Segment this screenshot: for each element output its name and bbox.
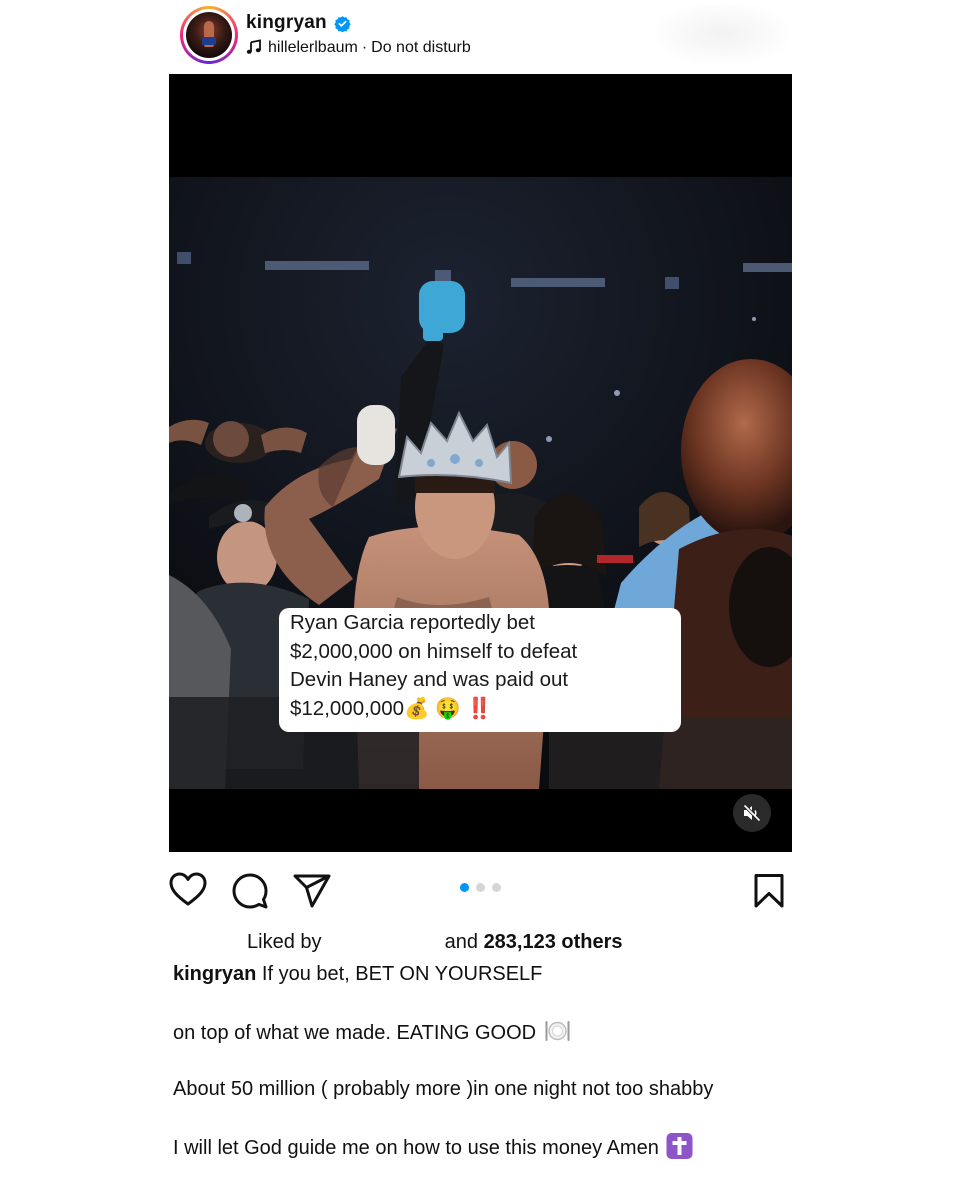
comment-icon[interactable]: [231, 872, 269, 910]
audio-attribution[interactable]: hillelerlbaum · Do not disturb: [268, 39, 471, 57]
mute-toggle-button[interactable]: [733, 794, 771, 832]
overlay-line: $2,000,000 on himself to defeat: [290, 639, 578, 663]
share-icon[interactable]: [293, 873, 331, 909]
post-photo: Ryan Garcia reportedly bet $2,000,000 on…: [169, 177, 792, 789]
username[interactable]: kingryan: [246, 12, 327, 34]
audio-separator: ·: [361, 39, 368, 56]
caption-line: About 50 million ( probably more )in one…: [173, 1078, 714, 1100]
likes-summary[interactable]: Liked by and 283,123 others: [247, 931, 623, 954]
verified-badge-icon: [334, 16, 351, 32]
overlay-line: $12,000,000💰 🤑 ‼️: [290, 696, 492, 720]
heart-icon[interactable]: [169, 872, 207, 908]
caption-line: If you bet, BET ON YOURSELF: [261, 963, 543, 985]
caption-line: I will let God guide me on how to use th…: [173, 1137, 659, 1159]
likes-count: 283,123 others: [483, 931, 623, 953]
likes-prefix: Liked by: [247, 931, 322, 953]
story-ring[interactable]: [180, 6, 238, 64]
bookmark-icon[interactable]: [753, 873, 785, 909]
audio-track: Do not disturb: [371, 39, 471, 56]
post-media[interactable]: Ryan Garcia reportedly bet $2,000,000 on…: [169, 74, 792, 852]
carousel-dot: [476, 883, 485, 892]
overlay-line: Ryan Garcia reportedly bet: [290, 611, 535, 634]
photo-caption-overlay: Ryan Garcia reportedly bet $2,000,000 on…: [279, 608, 681, 732]
avatar[interactable]: [186, 12, 232, 58]
caption-line: on top of what we made. EATING GOOD: [173, 1022, 537, 1044]
speaker-muted-icon: [743, 804, 761, 822]
music-note-icon: [246, 39, 261, 54]
instagram-post: kingryan hillelerlbaum·Do not disturb: [169, 0, 792, 1200]
blurred-region: [655, 4, 789, 64]
carousel-dot: [492, 883, 501, 892]
caption-username[interactable]: kingryan: [173, 963, 256, 985]
audio-artist: hillelerlbaum: [268, 39, 358, 56]
carousel-dot: [460, 883, 469, 892]
fork-plate-knife-icon: [545, 1021, 570, 1041]
action-bar: [169, 864, 792, 920]
overlay-line: Devin Haney and was paid out: [290, 668, 569, 691]
post-caption: kingryan If you bet, BET ON YOURSELF on …: [173, 962, 773, 1161]
post-header: kingryan hillelerlbaum · Do not disturb: [169, 0, 792, 74]
latin-cross-icon: [666, 1133, 693, 1159]
likes-and: and: [444, 931, 478, 953]
